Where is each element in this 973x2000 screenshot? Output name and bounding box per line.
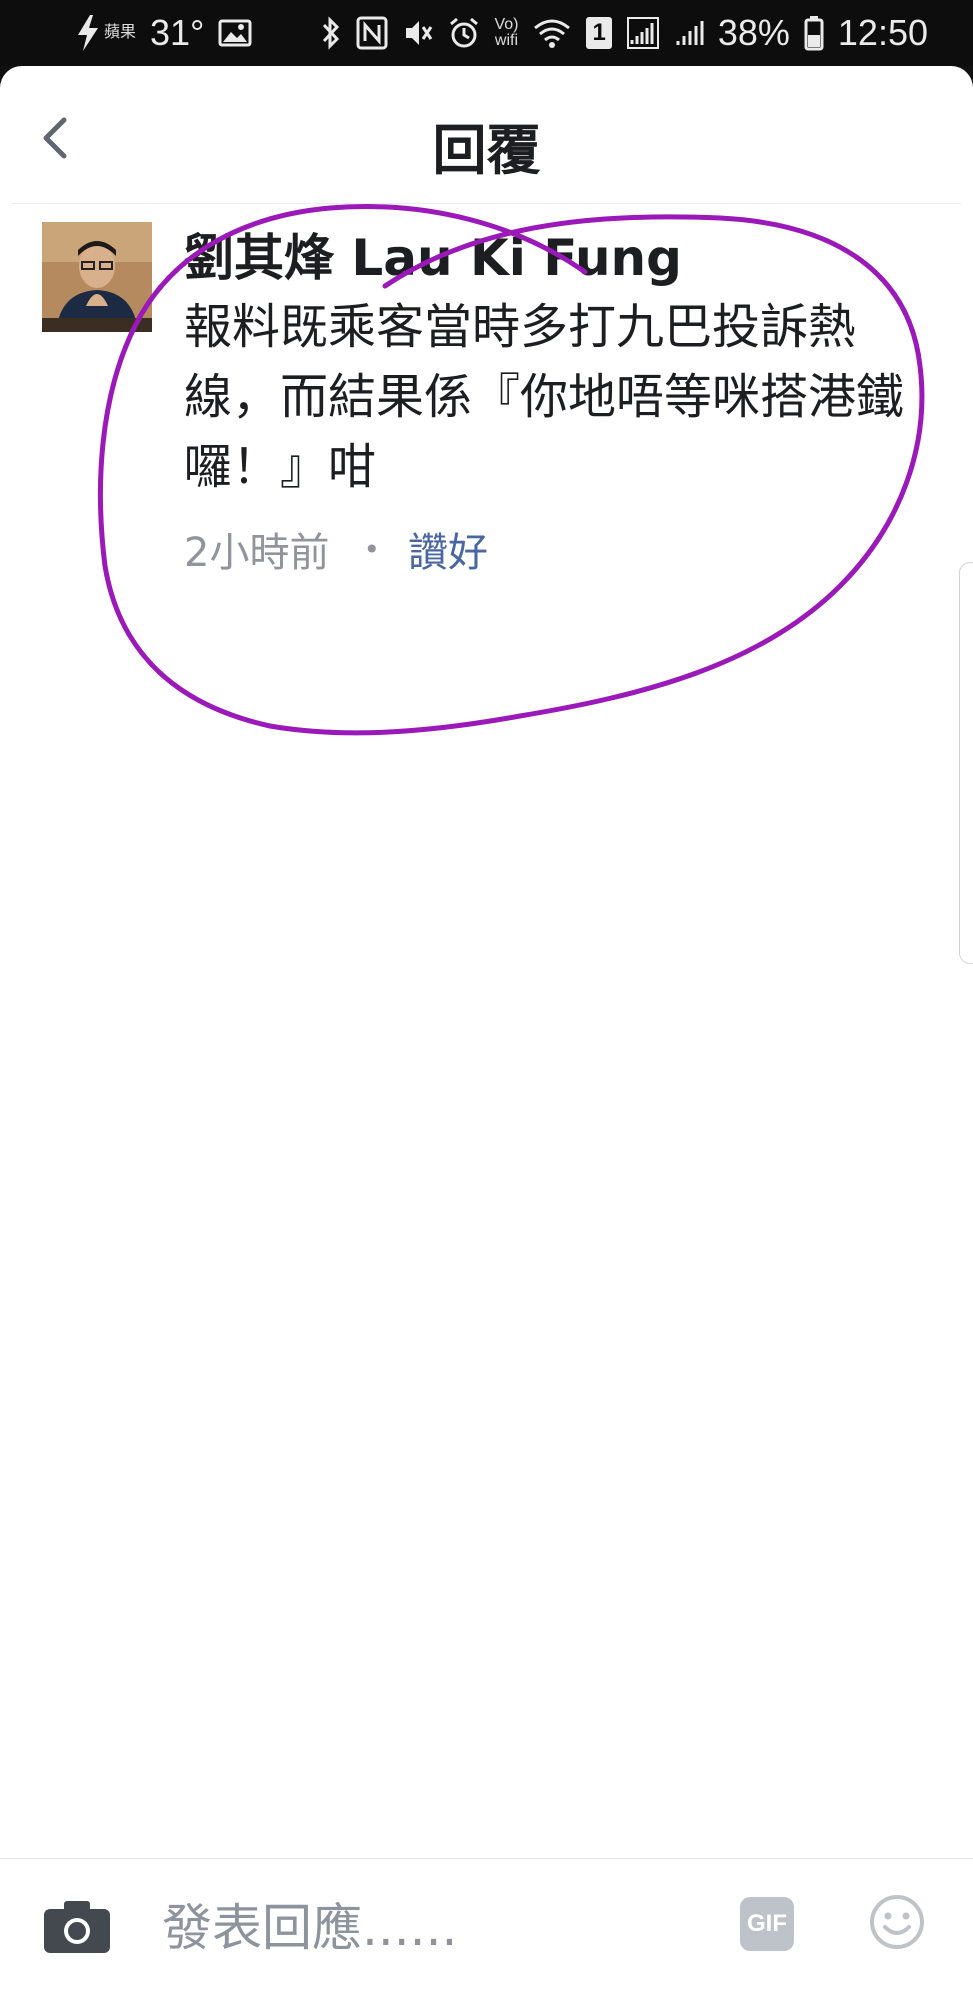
header: 回覆 xyxy=(0,66,973,204)
nfc-icon xyxy=(356,16,388,50)
comment-meta: 2小時前 • 讚好 xyxy=(184,520,944,578)
status-bar-left: 蘋果 31° xyxy=(66,12,259,54)
carrier-logo: 蘋果 xyxy=(104,24,137,41)
comment: 劉其烽 Lau Ki Fung 報料既乘客當時多打九巴投訴熱線，而結果係『你地唔… xyxy=(184,226,944,578)
volte-label: Vo) wifi xyxy=(494,17,518,49)
profile-photo xyxy=(42,222,152,332)
signal-icon xyxy=(626,16,660,50)
battery-icon xyxy=(804,15,824,51)
scrollbar[interactable] xyxy=(959,562,973,964)
header-divider xyxy=(12,203,961,204)
vibrate-icon xyxy=(402,16,434,50)
temperature: 31° xyxy=(150,12,205,53)
bluetooth-icon xyxy=(320,15,342,51)
image-icon xyxy=(218,18,252,48)
avatar[interactable] xyxy=(42,222,152,332)
alarm-icon xyxy=(448,16,480,50)
gif-button[interactable]: GIF xyxy=(740,1897,794,1951)
lightning-icon xyxy=(73,13,103,53)
reply-composer: GIF xyxy=(0,1859,973,2000)
reply-input[interactable] xyxy=(160,1887,704,1969)
status-bar-right: Vo) wifi 1 38% 12:50 xyxy=(313,12,935,54)
comment-author[interactable]: 劉其烽 Lau Ki Fung xyxy=(184,226,944,290)
wifi-text: wifi xyxy=(494,32,519,49)
reply-screen: 回覆 劉其烽 Lau Ki Fung 報料既乘客當時多打九巴投訴熱線，而結果係『… xyxy=(0,66,973,2000)
camera-button[interactable] xyxy=(42,1897,112,1955)
battery-percent: 38% xyxy=(717,12,790,53)
clock: 12:50 xyxy=(837,12,928,53)
comment-body: 報料既乘客當時多打九巴投訴熱線，而結果係『你地唔等咪搭港鐵囉！』咁 xyxy=(184,299,905,495)
camera-icon xyxy=(44,1901,110,1953)
emoji-button[interactable] xyxy=(868,1893,926,1951)
page-title: 回覆 xyxy=(432,119,541,182)
wifi-icon xyxy=(532,17,572,49)
comment-timestamp: 2小時前 xyxy=(184,530,330,576)
like-button[interactable]: 讚好 xyxy=(408,520,488,578)
smiley-icon xyxy=(870,1895,924,1949)
signal-icon-2 xyxy=(674,17,704,49)
status-bar: 蘋果 31° Vo) wifi 1 38% 12:50 xyxy=(0,0,973,66)
meta-separator: • xyxy=(363,532,380,566)
volte-text: Vo) xyxy=(494,16,519,33)
sim-badge: 1 xyxy=(586,17,612,49)
